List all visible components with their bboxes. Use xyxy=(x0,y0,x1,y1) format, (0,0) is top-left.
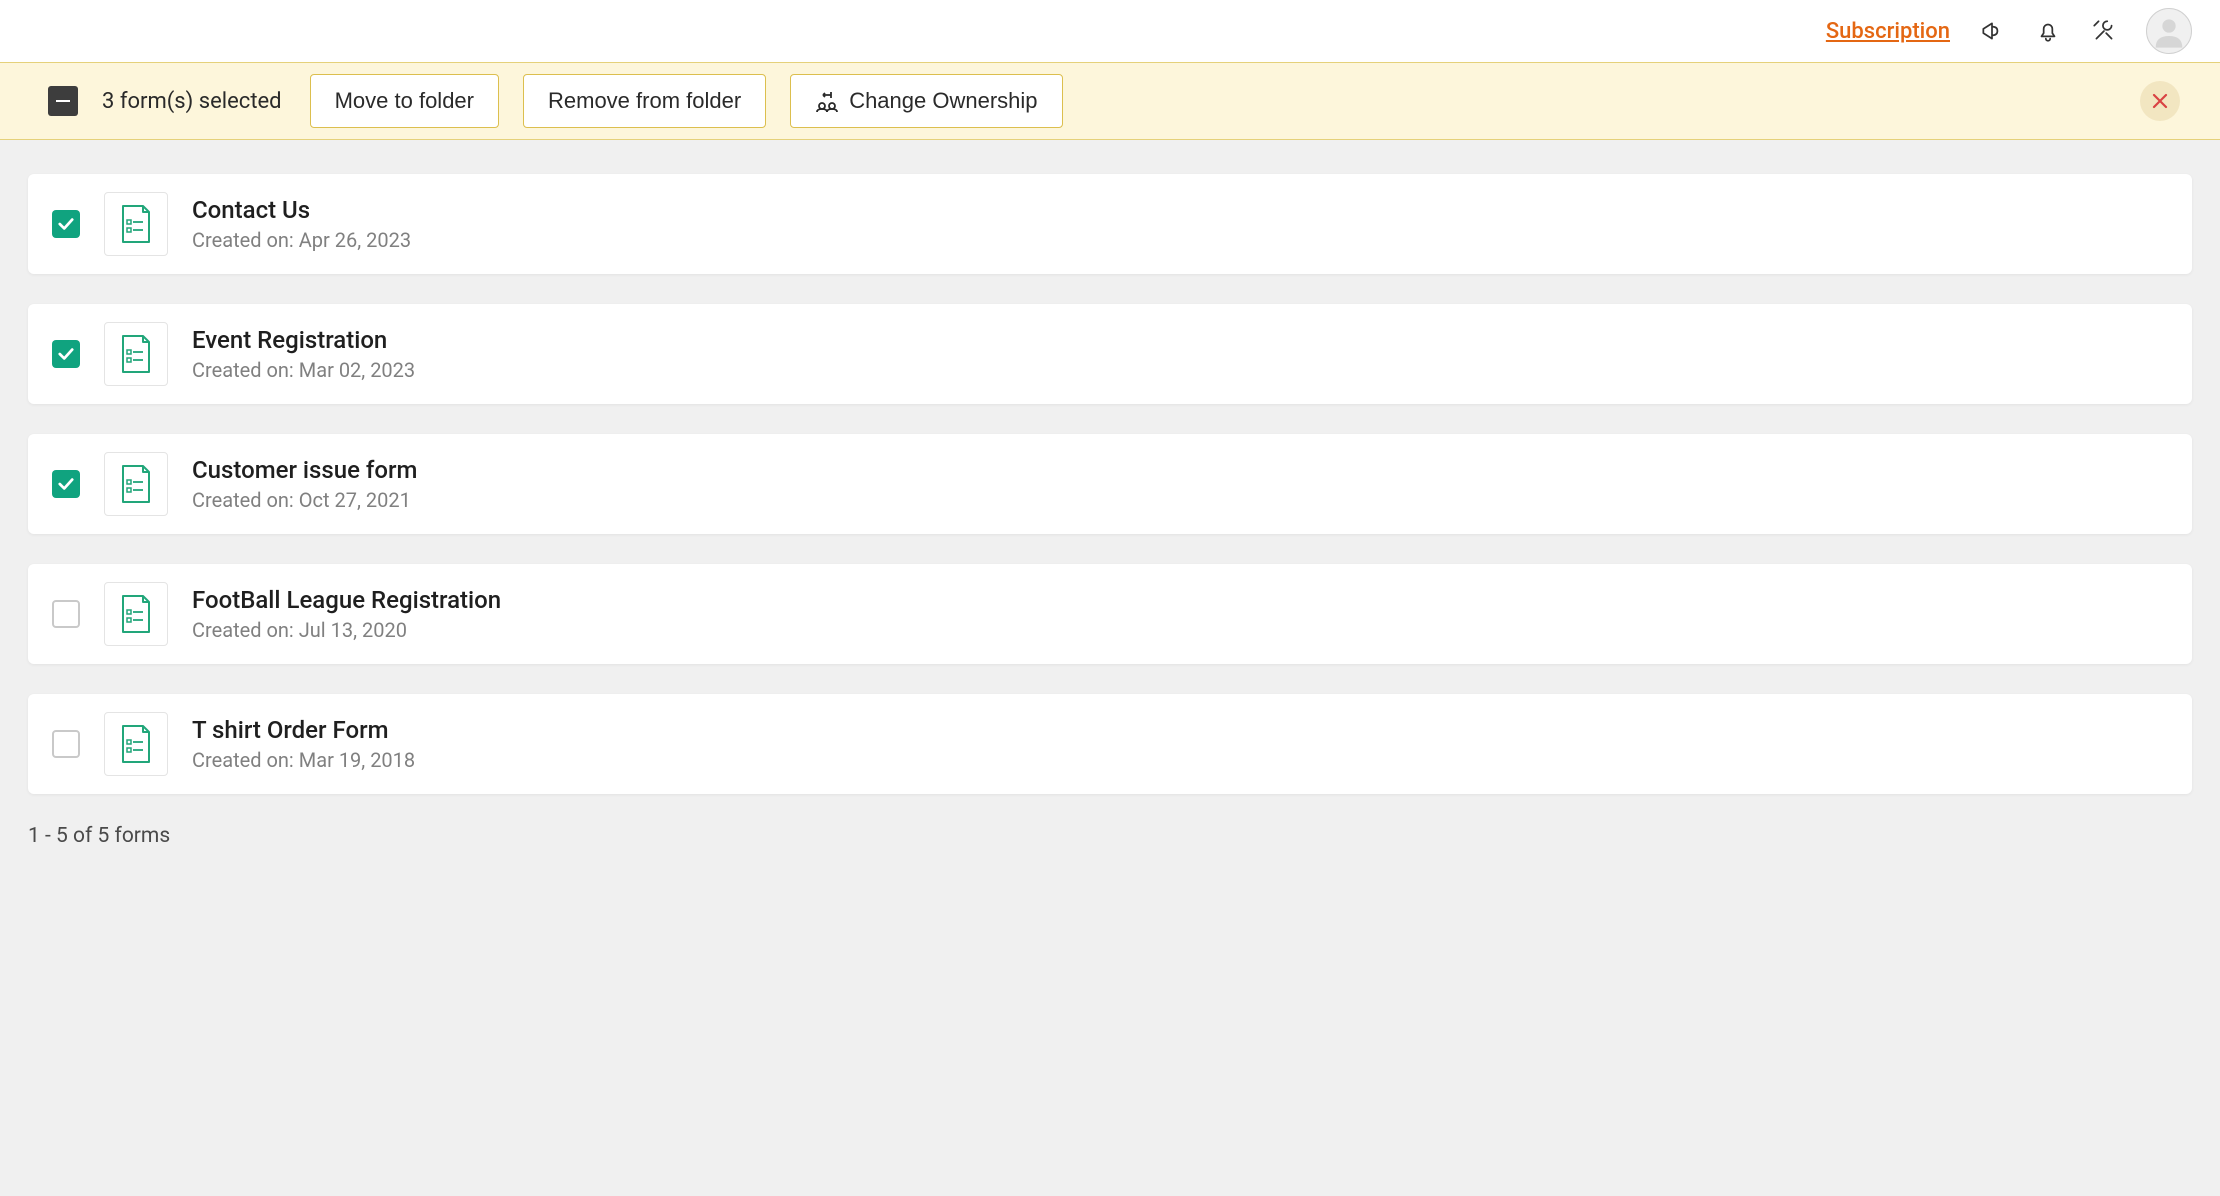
form-doc-icon xyxy=(104,322,168,386)
move-to-folder-button[interactable]: Move to folder xyxy=(310,74,499,128)
form-doc-icon xyxy=(104,452,168,516)
top-header: Subscription xyxy=(0,0,2220,62)
remove-from-folder-button[interactable]: Remove from folder xyxy=(523,74,766,128)
form-text-block: FootBall League Registration Created on: … xyxy=(192,586,501,642)
users-swap-icon xyxy=(815,90,839,112)
form-card[interactable]: T shirt Order Form Created on: Mar 19, 20… xyxy=(28,694,2192,794)
form-checkbox[interactable] xyxy=(52,470,80,498)
master-checkbox[interactable] xyxy=(48,86,78,116)
form-created-label: Created on: Mar 19, 2018 xyxy=(192,748,415,772)
check-icon xyxy=(58,477,74,491)
check-icon xyxy=(58,217,74,231)
pagination-label: 1 - 5 of 5 forms xyxy=(28,824,2192,848)
change-ownership-label: Change Ownership xyxy=(849,88,1037,114)
form-card[interactable]: FootBall League Registration Created on: … xyxy=(28,564,2192,664)
form-text-block: Customer issue form Created on: Oct 27, 2… xyxy=(192,456,417,512)
form-title: T shirt Order Form xyxy=(192,716,415,744)
announcements-icon[interactable] xyxy=(1978,17,2006,45)
form-doc-icon xyxy=(104,712,168,776)
close-icon xyxy=(2151,92,2169,110)
form-doc-icon xyxy=(104,192,168,256)
form-text-block: Contact Us Created on: Apr 26, 2023 xyxy=(192,196,411,252)
subscription-link[interactable]: Subscription xyxy=(1826,19,1950,44)
check-icon xyxy=(58,347,74,361)
form-doc-icon xyxy=(104,582,168,646)
form-title: Event Registration xyxy=(192,326,415,354)
form-card[interactable]: Customer issue form Created on: Oct 27, 2… xyxy=(28,434,2192,534)
indeterminate-icon xyxy=(56,100,70,103)
form-title: Contact Us xyxy=(192,196,411,224)
form-checkbox[interactable] xyxy=(52,340,80,368)
form-card[interactable]: Contact Us Created on: Apr 26, 2023 xyxy=(28,174,2192,274)
form-created-label: Created on: Mar 02, 2023 xyxy=(192,358,415,382)
form-checkbox[interactable] xyxy=(52,730,80,758)
forms-list-container: Contact Us Created on: Apr 26, 2023 Event … xyxy=(0,140,2220,1196)
form-checkbox[interactable] xyxy=(52,210,80,238)
change-ownership-button[interactable]: Change Ownership xyxy=(790,74,1062,128)
form-created-label: Created on: Jul 13, 2020 xyxy=(192,618,501,642)
selection-count-label: 3 form(s) selected xyxy=(102,89,282,114)
form-checkbox[interactable] xyxy=(52,600,80,628)
form-title: FootBall League Registration xyxy=(192,586,501,614)
form-text-block: T shirt Order Form Created on: Mar 19, 20… xyxy=(192,716,415,772)
close-selection-button[interactable] xyxy=(2140,81,2180,121)
form-title: Customer issue form xyxy=(192,456,417,484)
form-card[interactable]: Event Registration Created on: Mar 02, 20… xyxy=(28,304,2192,404)
form-created-label: Created on: Oct 27, 2021 xyxy=(192,488,417,512)
form-text-block: Event Registration Created on: Mar 02, 20… xyxy=(192,326,415,382)
form-created-label: Created on: Apr 26, 2023 xyxy=(192,228,411,252)
tools-icon[interactable] xyxy=(2090,17,2118,45)
bulk-selection-toolbar: 3 form(s) selected Move to folder Remove… xyxy=(0,62,2220,140)
bell-icon[interactable] xyxy=(2034,17,2062,45)
avatar[interactable] xyxy=(2146,8,2192,54)
